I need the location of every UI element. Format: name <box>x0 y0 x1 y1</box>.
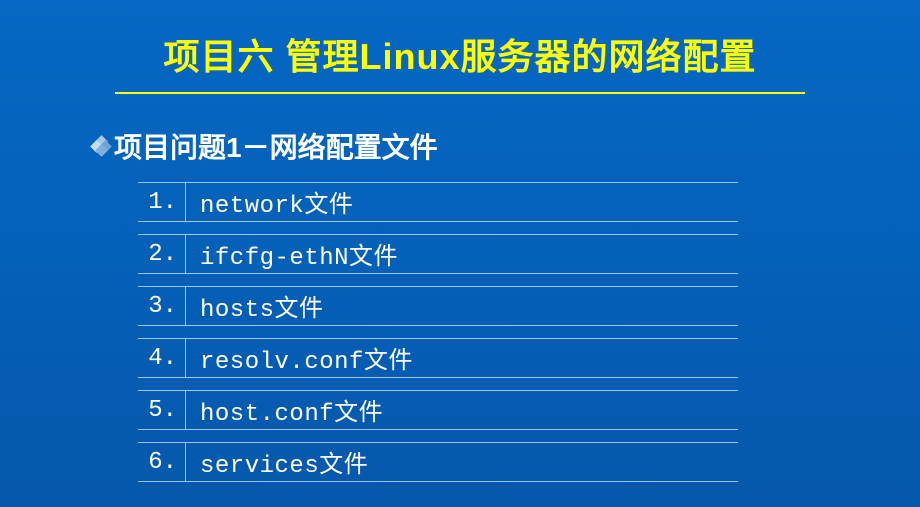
bullet-diamond-icon <box>92 137 110 155</box>
list-number: 3. <box>138 287 186 325</box>
list-number: 2. <box>138 235 186 273</box>
list-container: 1. network文件 2. ifcfg-ethN文件 3. hosts文件 … <box>138 182 920 482</box>
list-item: 4. resolv.conf文件 <box>138 338 738 378</box>
list-number: 6. <box>138 443 186 481</box>
slide-title: 项目六 管理Linux服务器的网络配置 <box>115 0 805 94</box>
list-text: services文件 <box>186 444 368 480</box>
list-text: network文件 <box>186 184 353 220</box>
list-item: 3. hosts文件 <box>138 286 738 326</box>
list-text: resolv.conf文件 <box>186 340 413 376</box>
list-text: hosts文件 <box>186 288 324 324</box>
list-text: ifcfg-ethN文件 <box>186 236 398 272</box>
list-item: 6. services文件 <box>138 442 738 482</box>
list-item: 2. ifcfg-ethN文件 <box>138 234 738 274</box>
list-text: host.conf文件 <box>186 392 383 428</box>
list-item: 1. network文件 <box>138 182 738 222</box>
list-number: 5. <box>138 391 186 429</box>
list-item: 5. host.conf文件 <box>138 390 738 430</box>
subtitle-text: 项目问题1－网络配置文件 <box>114 126 438 166</box>
list-number: 1. <box>138 183 186 221</box>
subtitle-row: 项目问题1－网络配置文件 <box>92 126 920 166</box>
list-number: 4. <box>138 339 186 377</box>
